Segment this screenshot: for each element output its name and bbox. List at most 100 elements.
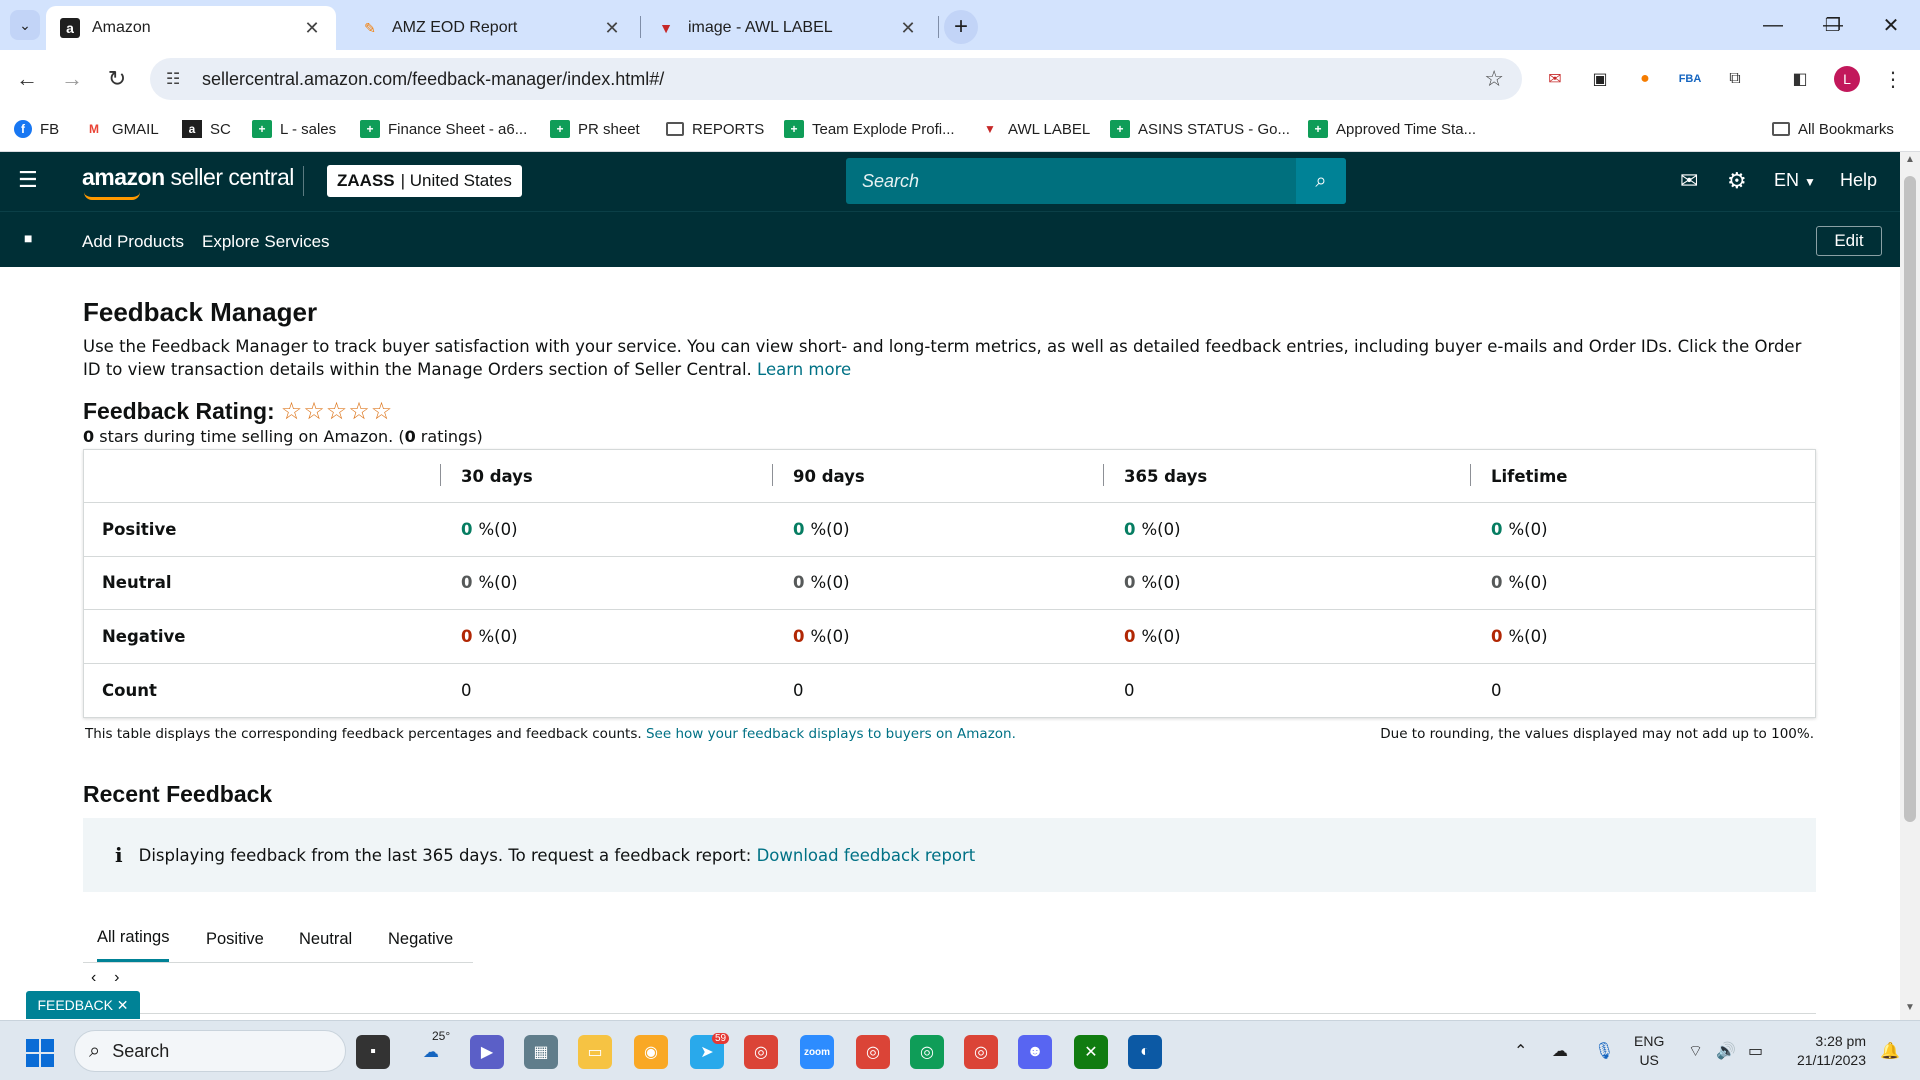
hamburger-menu-icon[interactable]: ☰ bbox=[18, 168, 42, 192]
reload-button[interactable]: ↻ bbox=[100, 62, 134, 96]
zoom-icon[interactable]: zoom bbox=[800, 1035, 834, 1069]
edge-icon[interactable]: ◐ bbox=[1128, 1035, 1162, 1069]
close-window-button[interactable]: ✕ bbox=[1866, 8, 1916, 42]
edit-button[interactable]: Edit bbox=[1816, 226, 1882, 256]
forward-button[interactable]: → bbox=[55, 62, 89, 96]
bookmark-fb[interactable]: f FB bbox=[14, 118, 59, 140]
chrome-icon[interactable]: ◎ bbox=[910, 1035, 944, 1069]
profile-avatar[interactable]: L bbox=[1834, 66, 1860, 92]
nav-explore-services[interactable]: Explore Services bbox=[202, 232, 330, 252]
nav-add-products[interactable]: Add Products bbox=[82, 232, 184, 252]
table-row-negative: Negative 0 %(0) 0 %(0) 0 %(0) 0 %(0) bbox=[84, 610, 1815, 664]
mail-icon[interactable]: ✉ bbox=[1680, 168, 1698, 194]
language-selector[interactable]: EN ▼ bbox=[1774, 170, 1816, 191]
feedback-button[interactable]: FEEDBACK ✕ bbox=[26, 991, 140, 1019]
chrome-menu-icon[interactable]: ⋮ bbox=[1878, 64, 1908, 94]
discord-icon[interactable]: ☻ bbox=[1018, 1035, 1052, 1069]
orange-extension-icon[interactable]: ● bbox=[1630, 64, 1660, 94]
tab-amz-eod-report[interactable]: ✎ AMZ EOD Report ✕ bbox=[346, 6, 636, 50]
bookmark-star-icon[interactable]: ☆ bbox=[1484, 66, 1504, 92]
scroll-up-icon[interactable]: ▲ bbox=[1900, 154, 1920, 170]
tab-neutral[interactable]: Neutral bbox=[299, 916, 352, 962]
address-bar[interactable]: ☷ sellercentral.amazon.com/feedback-mana… bbox=[150, 58, 1522, 100]
bookmark-reports[interactable]: REPORTS bbox=[666, 118, 764, 140]
chevron-right-icon[interactable]: › bbox=[114, 969, 119, 986]
page-scrollbar[interactable]: ▲ ▼ bbox=[1900, 152, 1920, 1020]
bookmark-finance-sheet[interactable]: + Finance Sheet - a6... bbox=[360, 118, 527, 140]
notification-bell-icon[interactable]: 🔔 bbox=[1880, 1041, 1900, 1061]
feedback-display-link[interactable]: See how your feedback displays to buyers… bbox=[646, 726, 1016, 742]
camera-extension-icon[interactable]: ▣ bbox=[1585, 64, 1615, 94]
table-note: This table displays the corresponding fe… bbox=[85, 726, 1016, 742]
store-switcher[interactable]: ZAASS | United States bbox=[327, 165, 522, 197]
battery-icon[interactable]: ▭ bbox=[1748, 1041, 1763, 1061]
close-tab-icon[interactable]: ✕ bbox=[602, 18, 622, 39]
site-info-icon[interactable]: ☷ bbox=[166, 69, 190, 89]
bookmark-approved-time[interactable]: + Approved Time Sta... bbox=[1308, 118, 1476, 140]
all-bookmarks[interactable]: All Bookmarks bbox=[1772, 118, 1894, 140]
extensions-puzzle-icon[interactable]: ⧉ bbox=[1720, 64, 1750, 94]
clock[interactable]: 3:28 pm 21/11/2023 bbox=[1782, 1032, 1866, 1070]
chrome-icon[interactable]: ◎ bbox=[744, 1035, 778, 1069]
tab-awl-label[interactable]: ▼ image - AWL LABEL ✕ bbox=[642, 6, 932, 50]
bookmarks-bar: f FB M GMAIL a SC + L - sales + Finance Sheet… bbox=[0, 106, 1920, 152]
app-icon[interactable]: ◉ bbox=[634, 1035, 668, 1069]
star-empty-icon: ☆ bbox=[303, 398, 326, 425]
chrome-icon[interactable]: ◎ bbox=[964, 1035, 998, 1069]
show-hidden-icons[interactable]: ⌃ bbox=[1514, 1041, 1527, 1061]
onedrive-icon[interactable]: ☁ bbox=[1552, 1041, 1568, 1061]
chrome-icon[interactable]: ◎ bbox=[856, 1035, 890, 1069]
bookmark-gmail[interactable]: M GMAIL bbox=[84, 118, 159, 140]
bookmark-sc[interactable]: a SC bbox=[182, 118, 231, 140]
search-input[interactable] bbox=[846, 158, 1296, 204]
learn-more-link[interactable]: Learn more bbox=[757, 360, 851, 379]
tab-amazon[interactable]: a Amazon ✕ bbox=[46, 6, 336, 50]
calculator-icon[interactable]: ▦ bbox=[524, 1035, 558, 1069]
volume-icon[interactable]: 🔊 bbox=[1716, 1041, 1736, 1061]
teams-icon[interactable]: ▶ bbox=[470, 1035, 504, 1069]
extension-icon[interactable]: ✉ bbox=[1540, 64, 1570, 94]
close-tab-icon[interactable]: ✕ bbox=[898, 18, 918, 39]
download-feedback-report-link[interactable]: Download feedback report bbox=[757, 846, 976, 865]
fba-extension-icon[interactable]: FBA bbox=[1675, 64, 1705, 94]
table-row-neutral: Neutral 0 %(0) 0 %(0) 0 %(0) 0 %(0) bbox=[84, 557, 1815, 610]
star-empty-icon: ☆ bbox=[348, 398, 371, 425]
tab-all-ratings[interactable]: All ratings bbox=[97, 916, 170, 962]
wifi-icon[interactable]: ⌔ bbox=[1688, 1041, 1703, 1061]
column-header: Lifetime bbox=[1491, 466, 1568, 486]
windows-start-icon[interactable] bbox=[26, 1039, 54, 1067]
intro-text: Use the Feedback Manager to track buyer … bbox=[83, 337, 1802, 379]
tab-search-button[interactable]: ⌄ bbox=[10, 10, 40, 40]
restore-button[interactable]: ❐ bbox=[1808, 8, 1858, 42]
scroll-down-icon[interactable]: ▼ bbox=[1900, 1002, 1920, 1018]
task-view-icon[interactable]: ▪ bbox=[356, 1035, 390, 1069]
seller-central-logo[interactable]: amazon seller central bbox=[82, 164, 294, 191]
help-link[interactable]: Help bbox=[1840, 170, 1877, 191]
microphone-icon[interactable]: 🎙 bbox=[1594, 1041, 1614, 1061]
bookmark-pr-sheet[interactable]: + PR sheet bbox=[550, 118, 640, 140]
bookmark-icon[interactable]: ■ bbox=[24, 230, 32, 246]
new-tab-button[interactable]: + bbox=[944, 10, 978, 44]
tab-negative[interactable]: Negative bbox=[388, 916, 453, 962]
search-button[interactable]: ⌕ bbox=[1296, 158, 1346, 204]
table-cell: 0 %(0) bbox=[1491, 519, 1548, 539]
scroll-thumb[interactable] bbox=[1904, 176, 1916, 822]
xbox-icon[interactable]: ✕ bbox=[1074, 1035, 1108, 1069]
bookmark-l-sales[interactable]: + L - sales bbox=[252, 118, 336, 140]
taskbar-search[interactable]: ⌕ Search bbox=[74, 1030, 346, 1072]
chevron-left-icon[interactable]: ‹ bbox=[91, 969, 96, 986]
tab-positive[interactable]: Positive bbox=[206, 916, 264, 962]
close-tab-icon[interactable]: ✕ bbox=[302, 18, 322, 39]
gear-icon[interactable]: ⚙ bbox=[1727, 168, 1747, 194]
info-icon: i bbox=[115, 843, 123, 867]
language-indicator[interactable]: ENG US bbox=[1634, 1032, 1664, 1070]
table-cell: 0 %(0) bbox=[461, 519, 518, 539]
side-panel-icon[interactable]: ◧ bbox=[1785, 64, 1815, 94]
bookmark-asins-status[interactable]: + ASINS STATUS - Go... bbox=[1110, 118, 1290, 140]
bookmark-team-explode[interactable]: + Team Explode Profi... bbox=[784, 118, 955, 140]
back-button[interactable]: ← bbox=[10, 62, 44, 96]
file-explorer-icon[interactable]: ▭ bbox=[578, 1035, 612, 1069]
rating-tabs: All ratings Positive Neutral Negative bbox=[83, 916, 473, 963]
bookmark-awl-label[interactable]: ▼ AWL LABEL bbox=[980, 118, 1090, 140]
minimize-button[interactable]: — bbox=[1748, 8, 1798, 42]
